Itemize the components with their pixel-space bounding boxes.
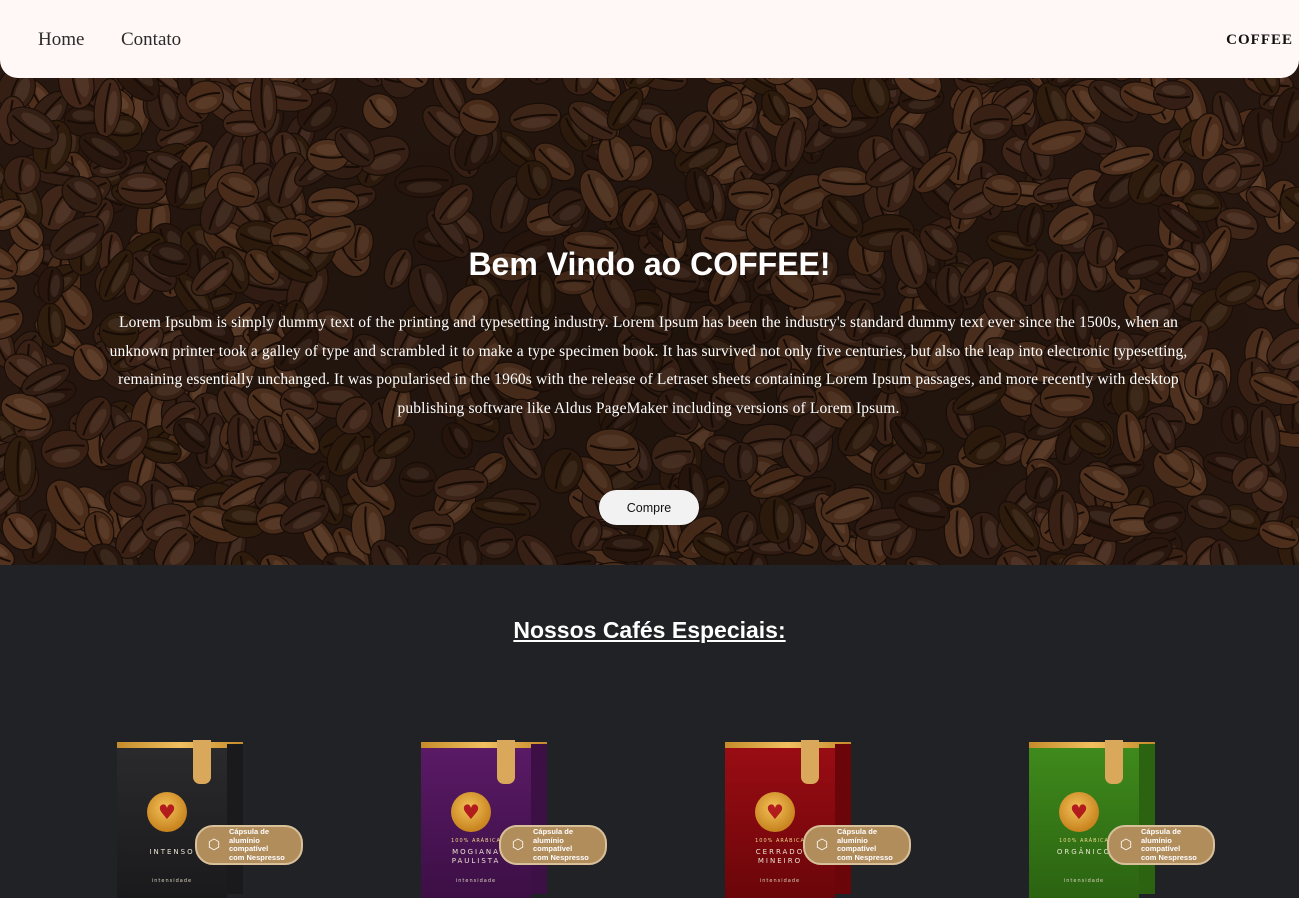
product-card[interactable]: 100% ARÁBICA♥MOGIANA PAULISTAintensidade… xyxy=(421,740,611,890)
product-box-side xyxy=(1139,744,1155,894)
product-card[interactable]: 100% ARÁBICA♥CERRADO MINEIROintensidade⬡… xyxy=(725,740,915,890)
product-intensity: intensidade xyxy=(421,878,531,884)
capsule-badge: ⬡ Cápsula de alumínio compatível com Nesp… xyxy=(803,825,911,865)
capsule-badge: ⬡ Cápsula de alumínio compatível com Nesp… xyxy=(499,825,607,865)
capsule-badge-text: Cápsula de alumínio compatível com Nespr… xyxy=(1141,828,1213,862)
nav-link-contato[interactable]: Contato xyxy=(121,29,181,51)
box-tab xyxy=(801,740,819,784)
nav-link-home[interactable]: Home xyxy=(38,29,84,51)
heart-logo-icon: ♥ xyxy=(1059,792,1099,832)
buy-button[interactable]: Compre xyxy=(599,490,699,525)
capsule-icon: ⬡ xyxy=(509,836,527,854)
product-box-side xyxy=(531,744,547,894)
heart-logo-icon: ♥ xyxy=(147,792,187,832)
section-title: Nossos Cafés Especiais: xyxy=(0,617,1299,644)
navbar: Home Contato COFFEE xyxy=(0,0,1299,78)
product-intensity: intensidade xyxy=(117,878,227,884)
capsule-icon: ⬡ xyxy=(205,836,223,854)
capsule-badge-text: Cápsula de alumínio compatível com Nespr… xyxy=(837,828,909,862)
product-intensity: intensidade xyxy=(725,878,835,884)
product-card[interactable]: 100% ARÁBICA♥ORGÂNICOintensidade⬡Cápsula… xyxy=(1029,740,1219,890)
capsule-badge-text: Cápsula de alumínio compatível com Nespr… xyxy=(533,828,605,862)
box-tab xyxy=(1105,740,1123,784)
capsule-badge: ⬡ Cápsula de alumínio compatível com Nesp… xyxy=(1107,825,1215,865)
product-card[interactable]: ♥INTENSOintensidade⬡Cápsula de alumínio … xyxy=(117,740,307,890)
box-tab xyxy=(497,740,515,784)
heart-logo-icon: ♥ xyxy=(451,792,491,832)
capsule-badge-text: Cápsula de alumínio compatível com Nespr… xyxy=(229,828,301,862)
capsule-badge: ⬡ Cápsula de alumínio compatível com Nesp… xyxy=(195,825,303,865)
heart-logo-icon: ♥ xyxy=(755,792,795,832)
product-box-side xyxy=(227,744,243,894)
capsule-icon: ⬡ xyxy=(1117,836,1135,854)
box-tab xyxy=(193,740,211,784)
hero-description: Lorem Ipsubm is simply dummy text of the… xyxy=(100,309,1197,424)
capsule-icon: ⬡ xyxy=(813,836,831,854)
brand-logo[interactable]: COFFEE xyxy=(1226,32,1293,49)
product-box-side xyxy=(835,744,851,894)
product-intensity: intensidade xyxy=(1029,878,1139,884)
hero-title: Bem Vindo ao COFFEE! xyxy=(0,246,1299,283)
